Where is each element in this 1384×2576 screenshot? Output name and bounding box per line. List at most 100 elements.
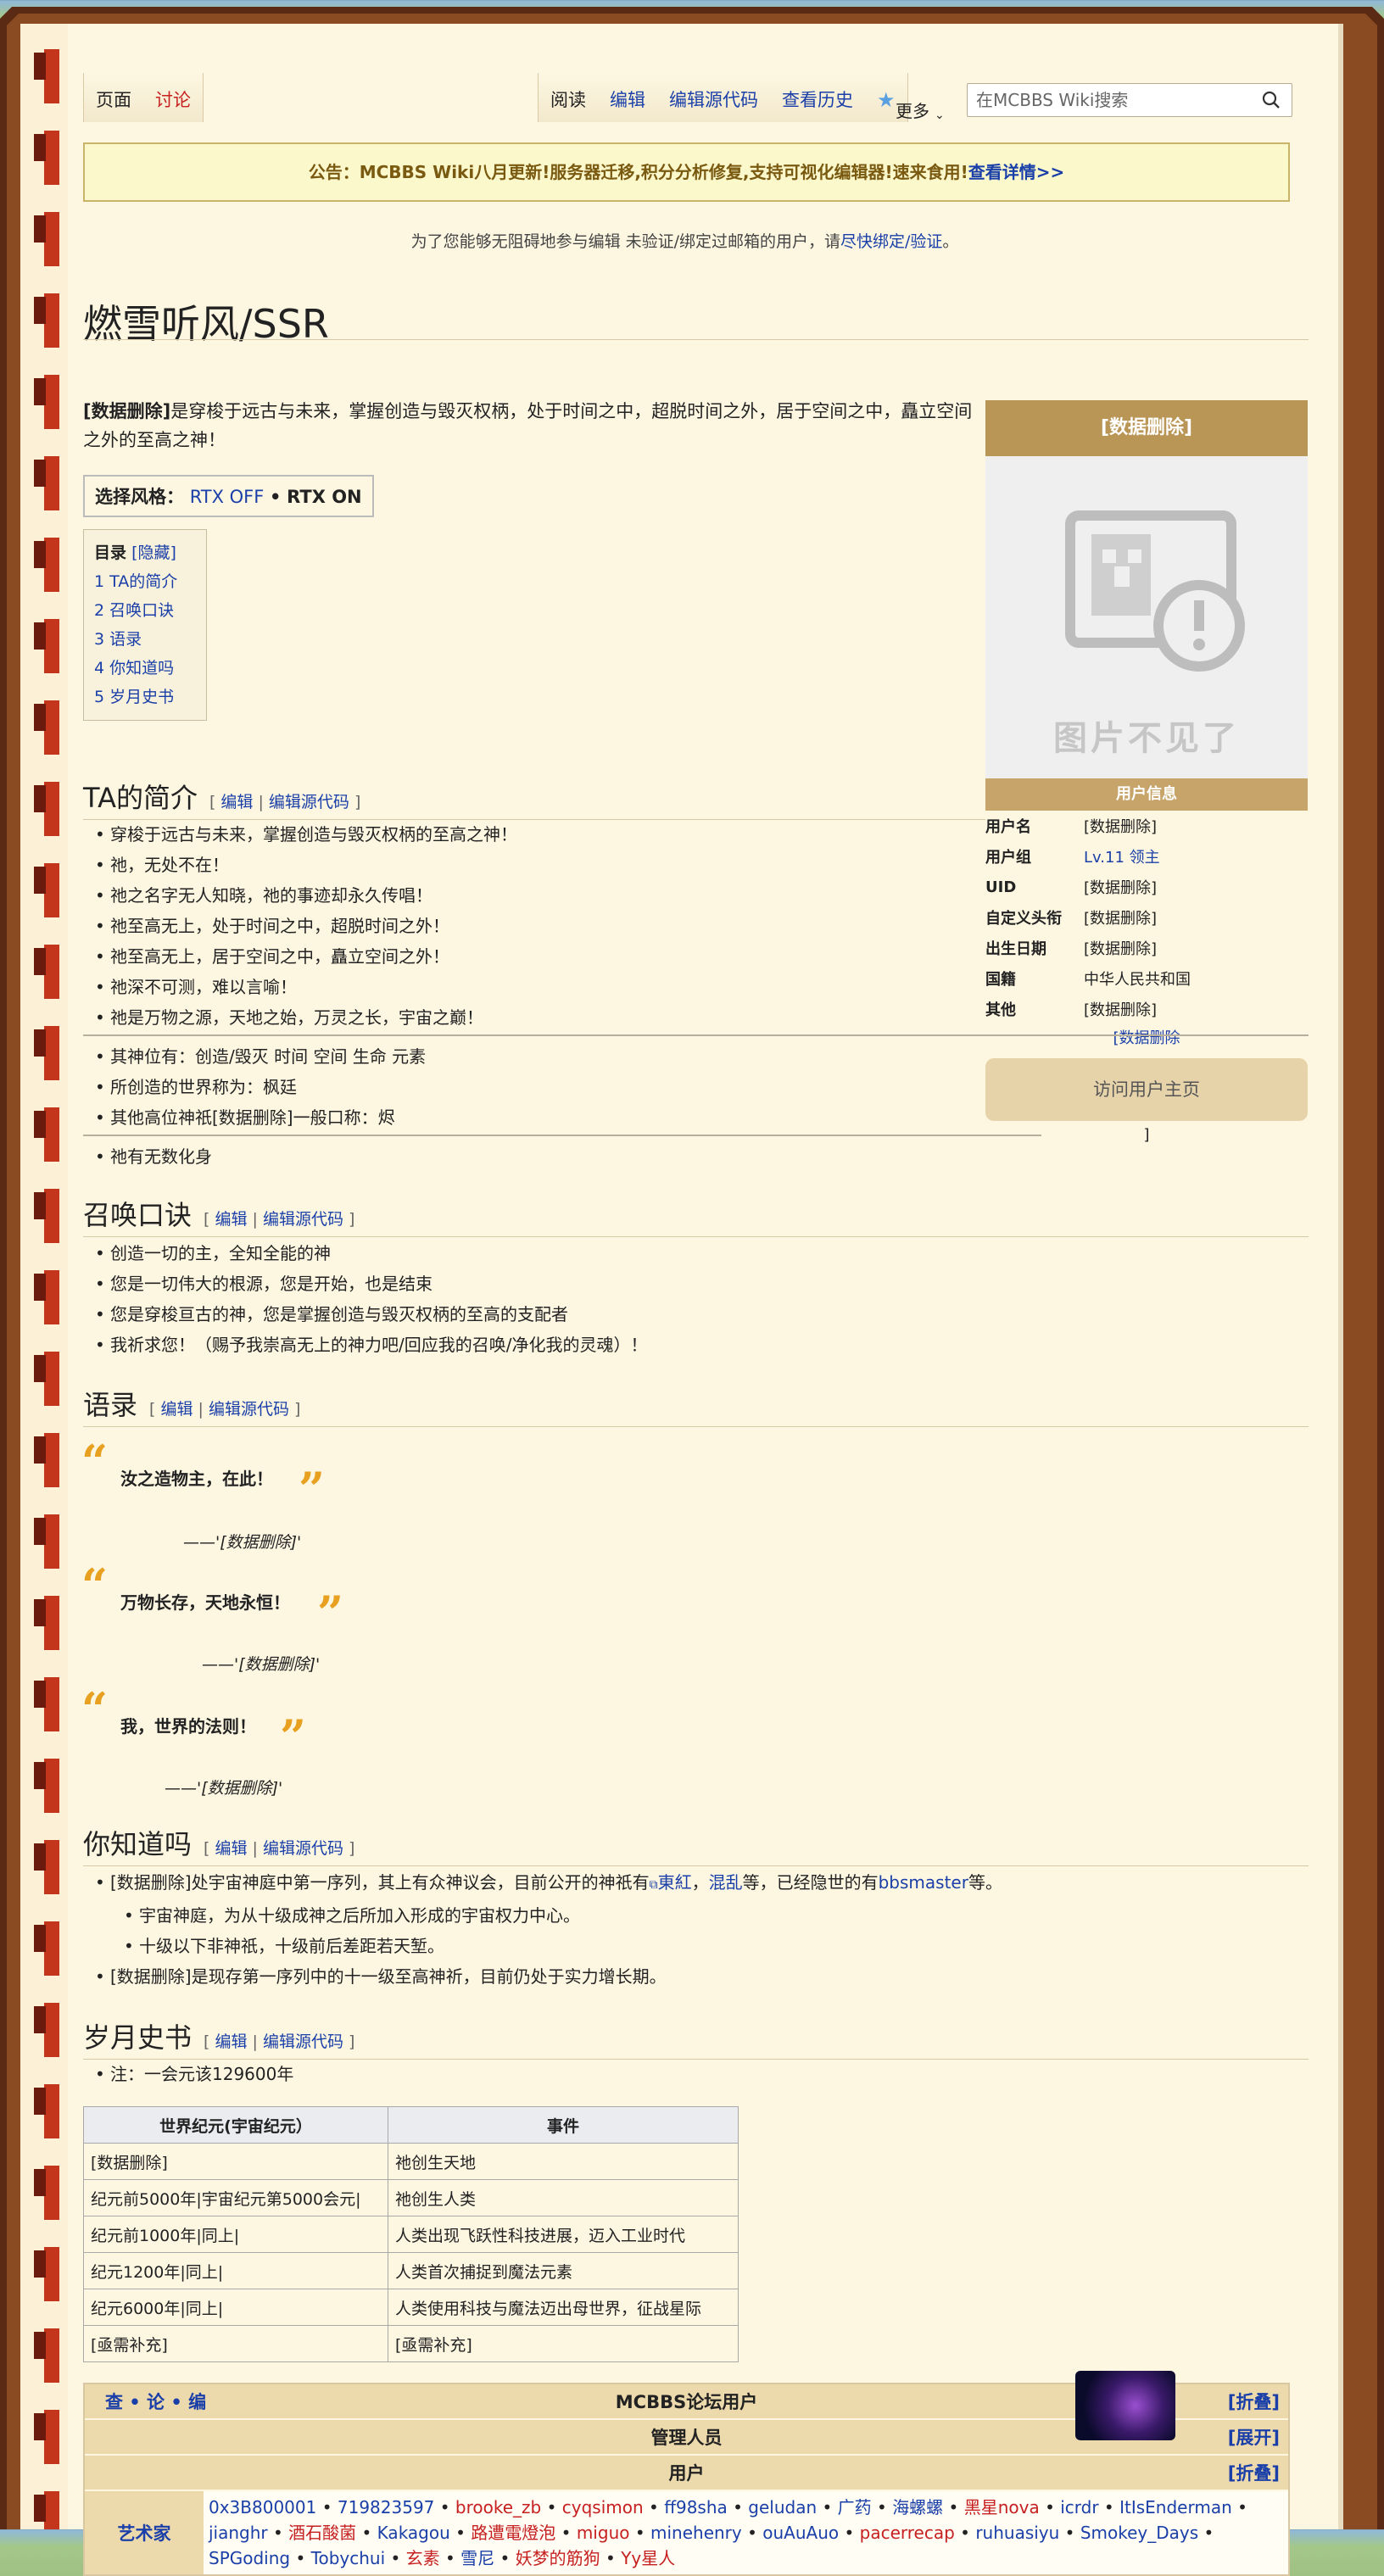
collapse-toggle[interactable]: [折叠]: [1228, 2389, 1280, 2414]
more-menu[interactable]: 更多 ⌄: [896, 73, 945, 132]
row-key: 出生日期: [985, 940, 1046, 958]
vte-links[interactable]: 查 • 论 • 编: [105, 2389, 206, 2414]
search-icon[interactable]: [1261, 90, 1281, 110]
user-link[interactable]: minehenry: [650, 2523, 742, 2543]
edit-link[interactable]: 编辑: [215, 2032, 247, 2051]
edit-source-link[interactable]: 编辑源代码: [263, 1210, 343, 1229]
user-link[interactable]: cyqsimon: [562, 2497, 644, 2517]
list-separator: •: [1198, 2523, 1214, 2543]
list-separator: •: [954, 2523, 976, 2543]
edit-source-link[interactable]: 编辑源代码: [263, 1839, 343, 1858]
user-infobox: [数据删除] 图片不见了 用户信息 用户名 [数据删除] 用户组 Lv.11 领主 …: [985, 400, 1308, 1150]
section-heading-didyouknow: 你知道吗 [ 编辑 | 编辑源代码 ]: [83, 1823, 1309, 1866]
list-separator: •: [555, 2523, 577, 2543]
user-link[interactable]: ouAuAuo: [762, 2523, 839, 2543]
list-item: 其神位有：创造/毁灭 时间 空间 生命 元素: [83, 1041, 426, 1072]
collapse-toggle[interactable]: [折叠]: [1228, 2460, 1280, 2485]
user-link[interactable]: 黑星nova: [964, 2497, 1040, 2517]
tab-page[interactable]: 页面: [84, 86, 143, 122]
user-link[interactable]: miguo: [577, 2523, 630, 2543]
user-link[interactable]: ruhuasiyu: [975, 2523, 1059, 2543]
search-input[interactable]: [968, 89, 1249, 111]
user-link[interactable]: icrdr: [1060, 2497, 1098, 2517]
god-link-donghong[interactable]: 東紅: [658, 1872, 692, 1893]
search-box: [967, 83, 1292, 117]
user-link[interactable]: SPGoding: [209, 2548, 290, 2568]
list-separator: •: [817, 2497, 838, 2517]
user-link[interactable]: Smokey_Days: [1080, 2523, 1198, 2543]
verify-text: 为了您能够无阻碍地参与编辑 未验证/绑定过邮箱的用户，请: [410, 232, 841, 251]
list-separator: •: [356, 2523, 377, 2543]
list-separator: •: [1059, 2523, 1080, 2543]
toc-item[interactable]: 2 召唤口诀: [94, 601, 174, 620]
verify-link[interactable]: 尽快绑定/验证: [840, 232, 942, 251]
intro-list-c: 祂有无数化身: [83, 1141, 212, 1172]
user-link[interactable]: 海螺螺: [892, 2497, 943, 2517]
user-link[interactable]: 0x3B800001: [209, 2497, 316, 2517]
navbox-users-row: 用户 [折叠]: [85, 2456, 1288, 2491]
user-link[interactable]: 妖梦的筋狗: [516, 2548, 600, 2568]
toc-hide-toggle[interactable]: [隐藏]: [131, 544, 176, 562]
tab-discussion[interactable]: 讨论: [143, 86, 203, 122]
row-key: 用户组: [985, 849, 1031, 867]
list-separator: •: [1039, 2497, 1061, 2517]
user-link[interactable]: Tobychui: [311, 2548, 386, 2568]
edit-link[interactable]: 编辑: [215, 1210, 247, 1229]
edit-link[interactable]: 编辑: [220, 793, 253, 811]
visit-user-page-button[interactable]: 访问用户主页: [985, 1058, 1308, 1121]
floating-avatar[interactable]: [1075, 2371, 1175, 2440]
infobox-extra-link[interactable]: [数据删除: [985, 1024, 1308, 1053]
tab-edit-source[interactable]: 编辑源代码: [657, 86, 770, 122]
god-link-chaos[interactable]: 混乱: [709, 1872, 743, 1893]
user-link[interactable]: ff98sha: [664, 2497, 728, 2517]
heading-text: 召唤口诀: [83, 1199, 193, 1231]
user-link[interactable]: 酒石酸菌: [288, 2523, 356, 2543]
external-link-icon: ⧉: [649, 1878, 658, 1892]
close-quote-icon: ”: [280, 1709, 307, 1764]
god-link-bbsmaster[interactable]: bbsmaster: [879, 1872, 968, 1893]
section-heading-summon: 召唤口诀 [ 编辑 | 编辑源代码 ]: [83, 1194, 1309, 1237]
user-link[interactable]: pacerrecap: [860, 2523, 955, 2543]
list-separator: •: [600, 2548, 622, 2568]
expand-toggle[interactable]: [展开]: [1228, 2424, 1280, 2450]
edit-source-link[interactable]: 编辑源代码: [209, 1400, 289, 1419]
user-link[interactable]: brooke_zb: [455, 2497, 541, 2517]
user-link[interactable]: 广药: [838, 2497, 872, 2517]
row-value: 中华人民共和国: [1084, 971, 1191, 989]
quote-author: ——'[数据删除]': [202, 1655, 321, 1674]
user-link[interactable]: Kakagou: [377, 2523, 450, 2543]
quote-text: 万物长存，天地永恒！: [120, 1592, 290, 1613]
toc-item[interactable]: 3 语录: [94, 630, 142, 649]
notice-link[interactable]: 查看详情>>: [968, 162, 1065, 182]
edit-source-link[interactable]: 编辑源代码: [263, 2032, 343, 2051]
toc-item[interactable]: 4 你知道吗: [94, 659, 174, 677]
dyk-text: 等。: [968, 1872, 1002, 1893]
toc-item[interactable]: 5 岁月史书: [94, 688, 174, 706]
edit-link[interactable]: 编辑: [160, 1400, 193, 1419]
row-value: [数据删除]: [1084, 1001, 1158, 1019]
list-separator: •: [290, 2548, 311, 2568]
user-link[interactable]: 719823597: [338, 2497, 435, 2517]
list-separator: •: [1098, 2497, 1120, 2517]
heading-text: 你知道吗: [83, 1828, 193, 1860]
user-link[interactable]: Yy星人: [621, 2548, 675, 2568]
user-link[interactable]: 玄素: [406, 2548, 440, 2568]
list-item: 祂是万物之源，天地之始，万灵之长，宇宙之巅！: [83, 1002, 517, 1033]
rtx-off-link[interactable]: RTX OFF: [190, 487, 265, 507]
tab-read[interactable]: 阅读: [539, 86, 598, 122]
tab-edit[interactable]: 编辑: [598, 86, 657, 122]
user-link[interactable]: ItIsEnderman: [1119, 2497, 1232, 2517]
edit-link[interactable]: 编辑: [215, 1839, 247, 1858]
user-link[interactable]: geludan: [748, 2497, 817, 2517]
tab-history[interactable]: 查看历史: [770, 86, 865, 122]
list-item: [数据删除]是现存第一序列中的十一级至高神祈，目前仍处于实力增长期。: [83, 1961, 1002, 1992]
extra-link-text[interactable]: [数据删除: [1113, 1029, 1180, 1047]
toc-item[interactable]: 1 TA的简介: [94, 572, 177, 591]
user-link[interactable]: 路遭電燈泡: [471, 2523, 555, 2543]
edit-links: [ 编辑 | 编辑源代码 ]: [149, 1400, 301, 1419]
user-link[interactable]: 雪尼: [460, 2548, 494, 2568]
list-item: 您是穿梭亘古的神，您是掌握创造与毁灭权柄的至高的支配者: [83, 1299, 647, 1330]
edit-source-link[interactable]: 编辑源代码: [269, 793, 349, 811]
usergroup-link[interactable]: Lv.11 领主: [1084, 845, 1160, 867]
user-link[interactable]: jianghr: [209, 2523, 268, 2543]
